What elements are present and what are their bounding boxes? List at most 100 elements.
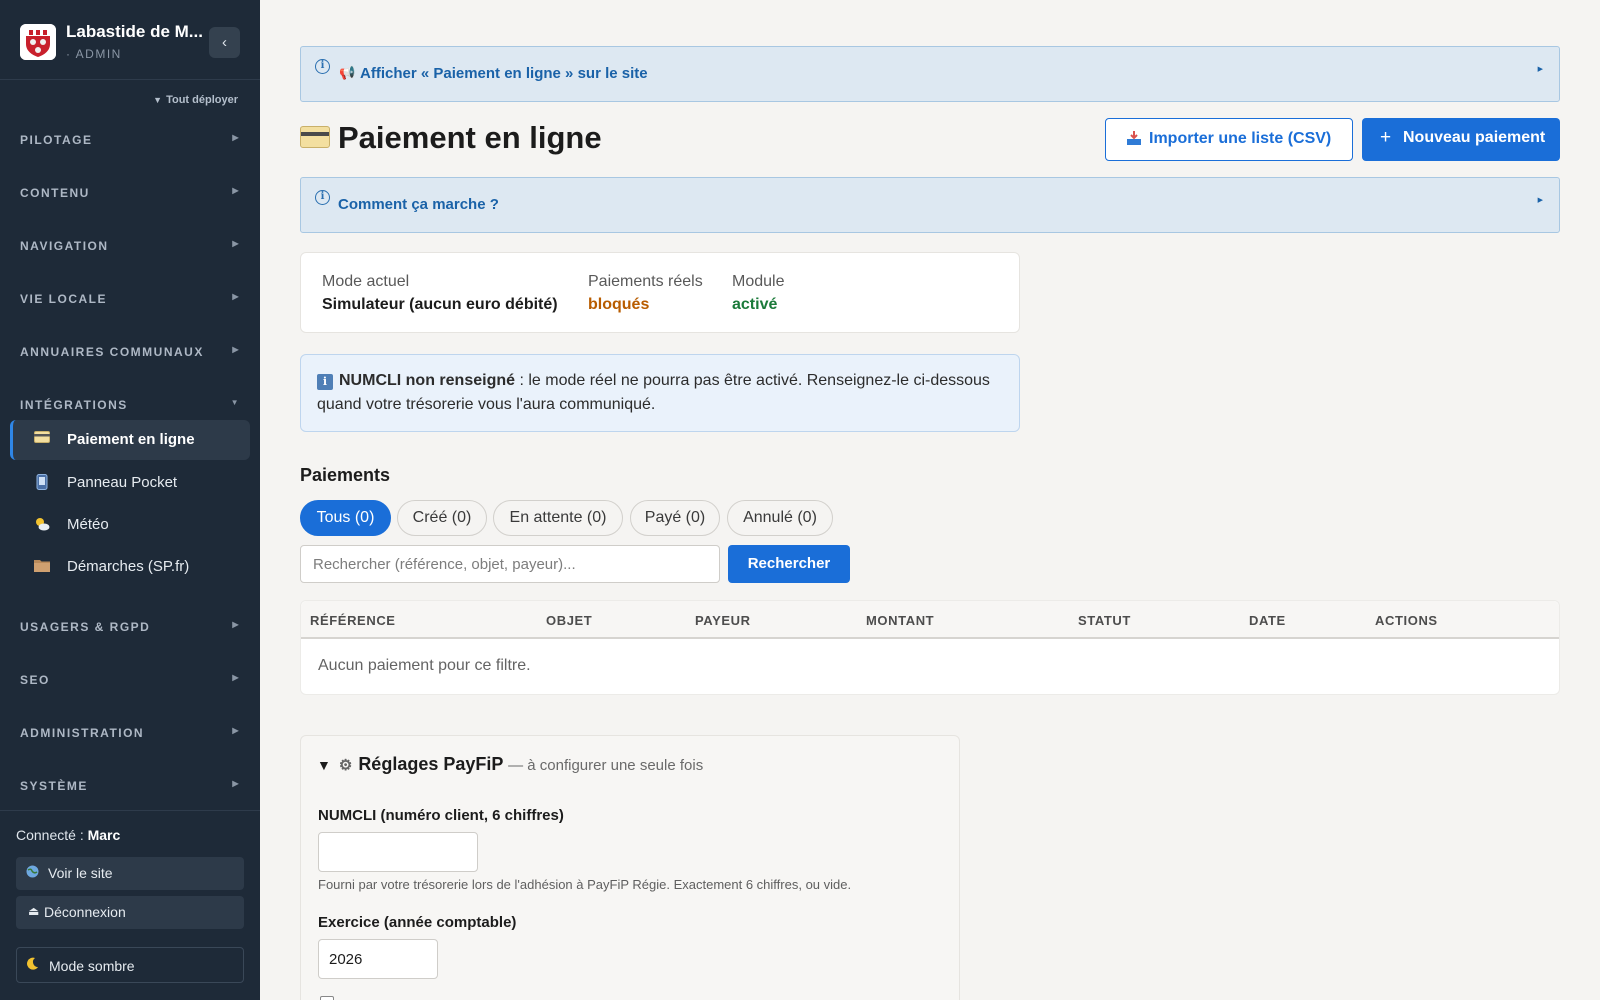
expand-all-label: Tout déployer: [166, 94, 238, 106]
information-icon: i: [317, 374, 333, 390]
chevron-down-icon: ▼: [230, 398, 240, 407]
notice-text: i NUMCLI non renseigné : le mode réel ne …: [317, 369, 997, 417]
nav-section-label: NAVIGATION: [20, 239, 109, 253]
payfip-subtitle: — à configurer une seule fois: [508, 757, 704, 774]
view-site-button[interactable]: Voir le site: [16, 857, 244, 890]
new-payment-label: Nouveau paiement: [1403, 129, 1546, 146]
search-button[interactable]: Rechercher: [728, 545, 850, 583]
page-title: Paiement en ligne: [300, 120, 602, 156]
view-site-label: Voir le site: [48, 865, 113, 881]
site-name: Labastide de M...: [66, 22, 203, 41]
new-payment-button[interactable]: + Nouveau paiement: [1362, 118, 1560, 161]
module-label: Module: [732, 273, 785, 290]
nav-section-label: ADMINISTRATION: [20, 726, 145, 740]
nav-section-vie-locale[interactable]: VIE LOCALE ▶: [20, 292, 240, 306]
column-header-reference[interactable]: RÉFÉRENCE: [310, 613, 396, 628]
payfip-title: Réglages PayFiP: [358, 754, 504, 774]
nav-section-navigation[interactable]: NAVIGATION ▶: [20, 239, 240, 253]
filter-paye[interactable]: Payé (0): [630, 500, 720, 536]
nav-section-label: VIE LOCALE: [20, 292, 108, 306]
disclosure-triangle-icon: ▼: [317, 757, 331, 773]
nav-section-integrations[interactable]: INTÉGRATIONS ▼: [20, 398, 240, 412]
sidebar-item-paiement-en-ligne[interactable]: Paiement en ligne: [10, 420, 250, 460]
inbox-tray-icon: [1126, 131, 1142, 149]
globe-icon: [26, 865, 39, 881]
sidebar-item-demarches[interactable]: Démarches (SP.fr): [10, 547, 250, 587]
sidebar-item-label: Paiement en ligne: [67, 431, 195, 448]
notice-bold: NUMCLI non renseigné: [339, 372, 516, 389]
credit-card-icon: [300, 125, 330, 148]
search-input[interactable]: [300, 545, 720, 583]
payfip-settings-toggle[interactable]: ▼ ⚙ Réglages PayFiP — à configurer une seu…: [317, 754, 703, 775]
town-crest-logo: [20, 24, 56, 60]
column-header-montant[interactable]: MONTANT: [866, 613, 934, 628]
module-status: Module activé: [732, 273, 784, 314]
brand-header: Labastide de M... · ADMIN ‹: [0, 0, 260, 80]
exercice-input[interactable]: [318, 939, 438, 979]
nav-section-systeme[interactable]: SYSTÈME ▶: [20, 779, 240, 793]
expand-caret-icon: ▶: [1537, 197, 1543, 204]
sidebar-item-panneau-pocket[interactable]: Panneau Pocket: [10, 463, 250, 503]
filter-tous[interactable]: Tous (0): [300, 500, 391, 536]
sidebar-item-label: Météo: [67, 516, 109, 533]
nav-section-pilotage[interactable]: PILOTAGE ▶: [20, 133, 240, 147]
chevron-right-icon: ▶: [232, 239, 240, 248]
column-header-payeur[interactable]: PAYEUR: [695, 613, 751, 628]
sun-cloud-icon: [34, 516, 50, 532]
column-header-objet[interactable]: OBJET: [546, 613, 592, 628]
filter-en-attente[interactable]: En attente (0): [493, 500, 623, 536]
nav-section-contenu[interactable]: CONTENU ▶: [20, 186, 240, 200]
nav-section-label: CONTENU: [20, 186, 90, 200]
nav-section-usagers[interactable]: USAGERS & RGPD ▶: [20, 620, 240, 634]
show-on-site-banner[interactable]: i 📢 Afficher « Paiement en ligne » sur l…: [300, 46, 1560, 102]
expand-caret-icon: ▶: [1537, 66, 1543, 73]
real-payments-status: Paiements réels bloqués: [588, 273, 703, 314]
how-it-works-banner[interactable]: i Comment ça marche ? ▶: [300, 177, 1560, 233]
real-payments-label: Paiements réels: [588, 273, 703, 290]
filter-cree[interactable]: Créé (0): [397, 500, 487, 536]
show-on-site-link[interactable]: Afficher « Paiement en ligne » sur le si…: [360, 65, 648, 82]
sidebar: Labastide de M... · ADMIN ‹ ▼ Tout déploy…: [0, 0, 260, 1000]
import-csv-label: Importer une liste (CSV): [1149, 130, 1332, 147]
payfip-settings-panel: ▼ ⚙ Réglages PayFiP — à configurer une seu…: [300, 735, 960, 1000]
info-icon: i: [315, 59, 330, 74]
exercice-label: Exercice (année comptable): [318, 914, 517, 931]
nav-section-label: USAGERS & RGPD: [20, 620, 151, 634]
chevron-right-icon: ▶: [232, 133, 240, 142]
expand-all-toggle[interactable]: ▼ Tout déployer: [153, 94, 238, 106]
chevron-right-icon: ▶: [232, 726, 240, 735]
payments-table: RÉFÉRENCE OBJET PAYEUR MONTANT STATUT DA…: [300, 600, 1560, 695]
filter-annule[interactable]: Annulé (0): [727, 500, 833, 536]
megaphone-icon: 📢: [339, 65, 356, 80]
numcli-help: Fourni par votre trésorerie lors de l'ad…: [318, 877, 852, 892]
chevron-right-icon: ▶: [232, 345, 240, 354]
column-header-date[interactable]: DATE: [1249, 613, 1286, 628]
nav-section-label: SEO: [20, 673, 50, 687]
how-it-works-link[interactable]: Comment ça marche ?: [338, 196, 499, 213]
table-header: RÉFÉRENCE OBJET PAYEUR MONTANT STATUT DA…: [301, 601, 1559, 639]
mode-status: Mode actuel Simulateur (aucun euro débit…: [322, 273, 558, 314]
numcli-input[interactable]: [318, 832, 478, 872]
folder-icon: [34, 558, 50, 574]
numcli-label: NUMCLI (numéro client, 6 chiffres): [318, 807, 564, 824]
logout-button[interactable]: ⏏ Déconnexion: [16, 896, 244, 929]
nav-section-label: PILOTAGE: [20, 133, 93, 147]
nav-section-seo[interactable]: SEO ▶: [20, 673, 240, 687]
real-payments-value: bloqués: [588, 296, 650, 313]
collapse-sidebar-button[interactable]: ‹: [209, 27, 240, 58]
caret-down-icon: ▼: [153, 95, 163, 105]
column-header-statut[interactable]: STATUT: [1078, 613, 1131, 628]
chevron-right-icon: ▶: [232, 779, 240, 788]
mode-label: Mode actuel: [322, 273, 410, 290]
nav-section-label: ANNUAIRES COMMUNAUX: [20, 345, 204, 359]
status-card: Mode actuel Simulateur (aucun euro débit…: [300, 252, 1020, 333]
gear-icon: ⚙: [338, 757, 353, 774]
phone-icon: [34, 474, 50, 490]
nav-section-administration[interactable]: ADMINISTRATION ▶: [20, 726, 240, 740]
nav-section-annuaires[interactable]: ANNUAIRES COMMUNAUX ▶: [20, 345, 240, 359]
sidebar-item-label: Démarches (SP.fr): [67, 558, 190, 575]
dark-mode-toggle[interactable]: Mode sombre: [16, 947, 244, 983]
sidebar-item-meteo[interactable]: Météo: [10, 505, 250, 545]
import-csv-button[interactable]: Importer une liste (CSV): [1105, 118, 1353, 161]
settings-checkbox[interactable]: [320, 996, 334, 1000]
